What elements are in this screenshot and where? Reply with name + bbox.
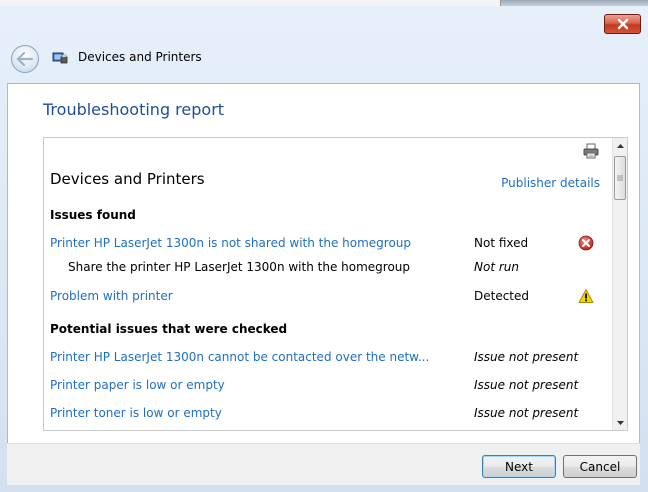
report-content: Devices and Printers Publisher details I… — [44, 138, 614, 430]
issue-link[interactable]: Printer HP LaserJet 1300n is not shared … — [50, 236, 411, 250]
issues-found-heading: Issues found — [50, 208, 136, 222]
potential-issue-link[interactable]: Printer toner is low or empty — [50, 406, 222, 420]
potential-issue-status: Issue not present — [474, 378, 579, 392]
potential-issue-row[interactable]: Printer HP LaserJet 1300n cannot be cont… — [50, 350, 610, 368]
scroll-thumb[interactable] — [614, 156, 626, 200]
back-button[interactable] — [11, 45, 39, 73]
report-title: Devices and Printers — [50, 170, 205, 188]
potential-issue-row[interactable]: Printer paper is low or empty Issue not … — [50, 378, 610, 396]
vertical-scrollbar[interactable] — [612, 138, 627, 430]
issue-row[interactable]: Problem with printer Detected — [50, 289, 610, 307]
devices-printers-icon — [52, 52, 68, 64]
potential-issue-link[interactable]: Printer paper is low or empty — [50, 378, 225, 392]
issue-step-text: Share the printer HP LaserJet 1300n with… — [68, 260, 411, 274]
potential-issue-row[interactable]: Printer toner is low or empty Issue not … — [50, 406, 610, 424]
close-icon — [617, 18, 628, 30]
scroll-down-button[interactable] — [613, 415, 627, 430]
scroll-up-arrow-icon — [617, 143, 624, 148]
close-button[interactable] — [604, 14, 641, 34]
troubleshooting-report-panel: Devices and Printers Publisher details I… — [43, 137, 628, 431]
warning-icon — [578, 289, 594, 303]
print-icon[interactable] — [582, 142, 600, 160]
issue-row[interactable]: Printer HP LaserJet 1300n is not shared … — [50, 235, 610, 254]
wizard-content: Troubleshooting report Devices and Print… — [7, 83, 640, 485]
window-title: Devices and Printers — [78, 50, 202, 64]
taskbar-tab — [500, 0, 648, 6]
potential-issues-heading: Potential issues that were checked — [50, 322, 288, 336]
grip-icon — [617, 175, 623, 181]
button-bar: Next Cancel — [7, 443, 640, 485]
cancel-button[interactable]: Cancel — [563, 455, 637, 478]
publisher-details-link[interactable]: Publisher details — [501, 176, 600, 190]
page-heading: Troubleshooting report — [43, 100, 225, 119]
potential-issue-link[interactable]: Printer HP LaserJet 1300n cannot be cont… — [50, 350, 429, 364]
issue-status: Detected — [474, 289, 530, 303]
next-button[interactable]: Next — [482, 455, 556, 478]
potential-issue-status: Issue not present — [474, 406, 579, 420]
issue-step-status: Not run — [474, 260, 519, 274]
error-icon — [578, 235, 594, 251]
scroll-down-arrow-icon — [617, 420, 624, 425]
issue-subrow: Share the printer HP LaserJet 1300n with… — [50, 260, 610, 278]
top-strip — [0, 0, 648, 6]
potential-issue-status: Issue not present — [474, 350, 579, 364]
scroll-up-button[interactable] — [613, 138, 627, 153]
window-frame: Devices and Printers Troubleshooting rep… — [0, 0, 648, 492]
back-arrow-icon — [17, 52, 33, 66]
issue-status: Not fixed — [474, 236, 529, 250]
issue-link[interactable]: Problem with printer — [50, 289, 173, 303]
